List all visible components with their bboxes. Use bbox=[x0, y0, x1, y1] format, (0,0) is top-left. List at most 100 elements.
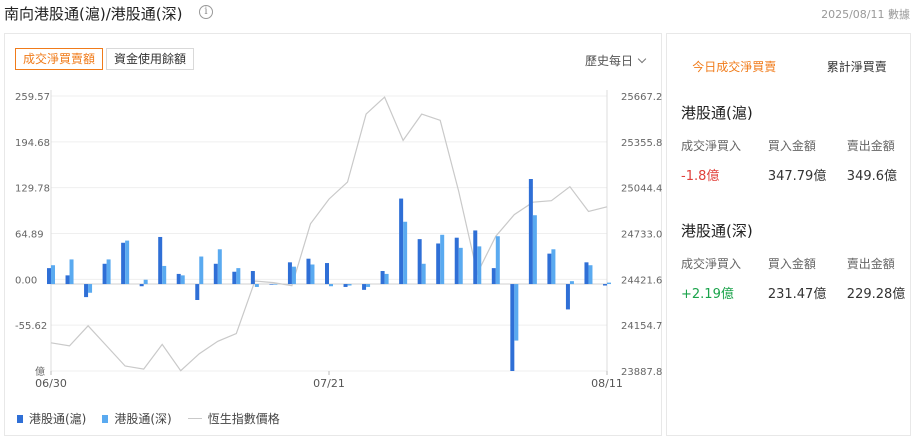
stat-value-sell: 349.6億 bbox=[846, 169, 898, 184]
chart-panel: 259.57 194.68 129.78 64.89 0.00 -55.62 億 25667.… bbox=[4, 33, 662, 436]
bar-sz bbox=[495, 236, 500, 285]
bar-sh bbox=[102, 263, 107, 285]
stat-value-net: -1.8億 bbox=[681, 169, 720, 184]
stat-value-sell: 229.28億 bbox=[846, 287, 906, 302]
bar-sz bbox=[291, 266, 296, 285]
chevron-down-icon bbox=[637, 54, 647, 64]
stat-buy-sh: 買入金額 347.79億 bbox=[768, 137, 847, 184]
bar-sz bbox=[607, 282, 611, 285]
bar-sz bbox=[588, 265, 593, 285]
bar-sh bbox=[584, 262, 589, 285]
bar-sz bbox=[273, 284, 278, 285]
bar-sz bbox=[329, 284, 333, 287]
right-tick-label: 24421.6 bbox=[621, 275, 662, 286]
bar-sz bbox=[514, 284, 519, 341]
bar-sh bbox=[454, 237, 459, 285]
x-tick-label: 07/21 bbox=[313, 377, 345, 390]
bar-sz bbox=[310, 264, 315, 285]
tab-today-net[interactable]: 今日成交淨買賣 bbox=[692, 58, 776, 75]
bar-sz bbox=[421, 263, 426, 285]
stat-label: 買入金額 bbox=[767, 139, 816, 153]
summary-section-sh: 港股通(滬) 成交淨買入 -1.8億 買入金額 347.79億 賣出金額 349… bbox=[681, 102, 906, 184]
right-tick-label: 25044.4 bbox=[621, 184, 662, 195]
bar-sz bbox=[551, 249, 556, 285]
bar-sh bbox=[325, 263, 329, 285]
bar-sz bbox=[458, 247, 463, 285]
bar-sz bbox=[217, 249, 222, 285]
bar-sh bbox=[250, 271, 255, 285]
bar-sh bbox=[195, 284, 200, 300]
data-date-note: 2025/08/11 數據 bbox=[821, 8, 910, 21]
stat-label: 買入金額 bbox=[767, 257, 816, 271]
bar-sz bbox=[403, 221, 408, 285]
bar-sz bbox=[569, 281, 574, 285]
bar-sz bbox=[366, 284, 371, 287]
bar-sh bbox=[84, 284, 89, 298]
stat-value-buy: 347.79億 bbox=[767, 169, 827, 184]
stat-value-buy: 231.47億 bbox=[767, 287, 827, 302]
legend-label-sz: 港股通(深) bbox=[114, 412, 172, 426]
info-icon[interactable]: i bbox=[199, 5, 213, 19]
summary-tabs: 今日成交淨買賣 累計淨買賣 bbox=[667, 58, 912, 75]
bar-sh bbox=[176, 273, 181, 285]
bar-sz bbox=[236, 268, 241, 285]
stat-buy-sz: 買入金額 231.47億 bbox=[768, 255, 847, 302]
bar-sz bbox=[532, 215, 537, 285]
bar-sh bbox=[510, 284, 515, 371]
left-tick-label: 194.68 bbox=[15, 138, 50, 149]
tab-cumulative-net[interactable]: 累計淨買賣 bbox=[827, 58, 887, 75]
bar-sz bbox=[51, 265, 55, 285]
summary-section-sz: 港股通(深) 成交淨買入 +2.19億 買入金額 231.47億 賣出金額 22… bbox=[681, 220, 906, 302]
left-tick-label: 259.57 bbox=[15, 92, 50, 103]
legend-label-sh: 港股通(滬) bbox=[29, 412, 87, 426]
x-tick-label: 06/30 bbox=[35, 377, 67, 390]
stats-row-sz: 成交淨買入 +2.19億 買入金額 231.47億 賣出金額 229.28億 bbox=[681, 255, 906, 302]
legend-swatch-sh bbox=[17, 414, 23, 423]
stat-label: 成交淨買入 bbox=[681, 139, 742, 153]
legend-item-hsi[interactable]: 恆生指數價格 bbox=[187, 410, 280, 427]
section-title-sz: 港股通(深) bbox=[681, 222, 753, 240]
stat-sell-sh: 賣出金額 349.6億 bbox=[847, 137, 906, 184]
bar-sz bbox=[199, 256, 204, 285]
bar-sh bbox=[547, 253, 552, 285]
bar-sz bbox=[477, 246, 482, 285]
bar-sh bbox=[362, 284, 367, 290]
right-tick-label: 25355.8 bbox=[621, 138, 662, 149]
bar-sh bbox=[473, 230, 478, 285]
bar-sh bbox=[287, 262, 292, 285]
bar-sh bbox=[399, 198, 404, 285]
page-title: 南向港股通(滬)/港股通(深) bbox=[4, 5, 183, 23]
period-dropdown-label: 歷史每日 bbox=[584, 54, 633, 68]
stat-label: 賣出金額 bbox=[846, 257, 895, 271]
bar-sh bbox=[306, 258, 311, 285]
page-header: 南向港股通(滬)/港股通(深) i 2025/08/11 數據 bbox=[0, 0, 915, 26]
tab-net-turnover[interactable]: 成交淨買賣額 bbox=[15, 48, 104, 70]
chart-tabs: 成交淨買賣額 資金使用餘額 bbox=[15, 48, 195, 70]
bar-sz bbox=[180, 275, 185, 285]
tab-fund-balance[interactable]: 資金使用餘額 bbox=[106, 48, 195, 70]
bar-sh bbox=[269, 284, 274, 285]
stat-sell-sz: 賣出金額 229.28億 bbox=[847, 255, 906, 302]
flow-chart: 259.57194.68129.7864.890.00-55.62億25667.… bbox=[15, 90, 662, 390]
stat-value-net: +2.19億 bbox=[681, 287, 734, 302]
right-tick-label: 24733.0 bbox=[621, 230, 662, 241]
period-dropdown[interactable]: 歷史每日 bbox=[584, 52, 647, 69]
stats-row-sh: 成交淨買入 -1.8億 買入金額 347.79億 賣出金額 349.6億 bbox=[681, 137, 906, 184]
section-title-sh: 港股通(滬) bbox=[681, 104, 753, 122]
bar-sz bbox=[347, 284, 352, 286]
bar-sh bbox=[528, 179, 533, 285]
legend-item-sz[interactable]: 港股通(深) bbox=[102, 410, 172, 427]
bar-sh bbox=[436, 243, 441, 285]
bar-sh bbox=[343, 284, 348, 287]
bar-sh bbox=[139, 284, 144, 287]
bar-sz bbox=[88, 284, 93, 293]
stat-label: 成交淨買入 bbox=[681, 257, 742, 271]
bar-sz bbox=[254, 284, 259, 287]
bar-sz bbox=[440, 234, 445, 285]
legend-item-sh[interactable]: 港股通(滬) bbox=[17, 410, 86, 427]
bar-sh bbox=[380, 271, 385, 285]
left-tick-label: 129.78 bbox=[15, 184, 50, 195]
bar-sh bbox=[603, 284, 607, 286]
bar-sz bbox=[143, 279, 148, 285]
bar-sz bbox=[162, 265, 167, 285]
